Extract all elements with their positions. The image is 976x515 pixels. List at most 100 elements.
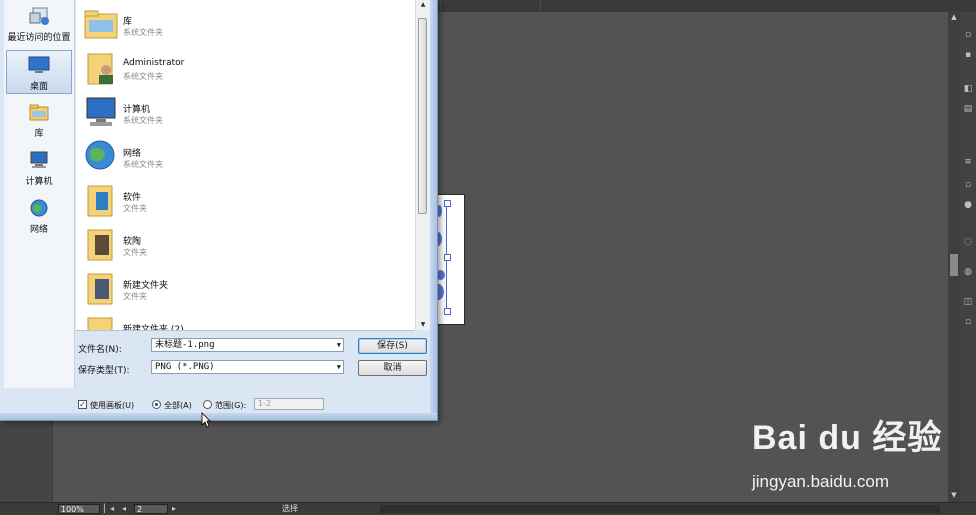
top-bar-segment bbox=[540, 0, 741, 12]
filetype-select[interactable]: PNG (*.PNG) ▼ bbox=[151, 360, 344, 374]
network-icon bbox=[85, 140, 115, 170]
watermark-url: jingyan.baidu.com bbox=[752, 472, 890, 491]
filename-input[interactable]: 未标题-1.png ▼ bbox=[151, 338, 344, 352]
folder-icon bbox=[87, 273, 113, 305]
scroll-up-icon[interactable]: ▲ bbox=[416, 0, 430, 10]
file-type: 系统文件夹 bbox=[123, 116, 163, 125]
range-label: 范围(G): bbox=[215, 401, 247, 410]
panel-tool-icon[interactable]: ◫ bbox=[963, 297, 973, 307]
status-bar: 100% ▏◂ ◂ 2 ▸ 选择 bbox=[0, 502, 976, 515]
right-panel-dock: ▫ ▪ ◧ ▤ ≡ ▫ ● ◌ ◍ ◫ ▫ bbox=[960, 12, 976, 502]
scroll-thumb[interactable] bbox=[950, 254, 958, 276]
file-item[interactable]: 新建文件夹 (2) bbox=[80, 310, 410, 331]
scroll-down-icon[interactable]: ▼ bbox=[416, 320, 430, 330]
place-library[interactable]: 库 bbox=[6, 98, 72, 142]
panel-tool-icon[interactable]: ◍ bbox=[963, 267, 973, 277]
selection-tool-label: 选择 bbox=[282, 504, 298, 513]
selection-handle[interactable] bbox=[444, 200, 451, 207]
prev-page-icon[interactable]: ◂ bbox=[122, 504, 126, 514]
dialog-frame bbox=[0, 413, 437, 420]
scroll-down-icon[interactable]: ▼ bbox=[948, 490, 960, 500]
file-type: 文件夹 bbox=[123, 248, 147, 257]
panel-tool-icon[interactable]: ▪ bbox=[963, 50, 973, 60]
range-input[interactable]: 1-2 bbox=[254, 398, 324, 410]
zoom-value: 100% bbox=[61, 505, 84, 514]
filetype-value: PNG (*.PNG) bbox=[155, 362, 215, 372]
file-item[interactable]: 新建文件夹 文件夹 bbox=[80, 266, 410, 310]
filename-label: 文件名(N): bbox=[78, 345, 122, 355]
file-name: 新建文件夹 bbox=[123, 281, 169, 291]
file-type: 系统文件夹 bbox=[123, 72, 163, 81]
save-dialog: 最近访问的位置 桌面 库 计算机 网络 库 系统文件夹 Administrato… bbox=[0, 0, 438, 421]
place-label: 桌面 bbox=[29, 82, 48, 92]
file-item[interactable]: 库 系统文件夹 bbox=[80, 2, 410, 46]
first-page-icon[interactable]: ▏◂ bbox=[104, 504, 114, 514]
scroll-up-icon[interactable]: ▲ bbox=[948, 12, 960, 22]
use-artboards-checkbox[interactable]: ✓ bbox=[78, 400, 87, 409]
all-label: 全部(A) bbox=[164, 401, 192, 410]
file-name: 计算机 bbox=[123, 105, 151, 115]
save-button[interactable]: 保存(S) bbox=[358, 338, 427, 354]
panel-tool-icon[interactable]: ≡ bbox=[963, 157, 973, 167]
place-desktop[interactable]: 桌面 bbox=[6, 50, 72, 94]
zoom-select[interactable]: 100% bbox=[58, 504, 100, 514]
canvas-horizontal-scrollbar[interactable] bbox=[380, 505, 940, 513]
selection-handle[interactable] bbox=[444, 254, 451, 261]
mouse-cursor-icon bbox=[201, 412, 211, 428]
filename-value: 未标题-1.png bbox=[155, 340, 215, 350]
cancel-button[interactable]: 取消 bbox=[358, 360, 427, 376]
network-icon bbox=[30, 199, 48, 217]
selection-handle[interactable] bbox=[444, 308, 451, 315]
range-radio[interactable] bbox=[203, 400, 212, 409]
filetype-label: 保存类型(T): bbox=[78, 366, 130, 376]
file-name: 网络 bbox=[123, 149, 142, 159]
place-label: 计算机 bbox=[25, 177, 53, 187]
place-label: 库 bbox=[34, 129, 44, 139]
file-item[interactable]: 计算机 系统文件夹 bbox=[80, 90, 410, 134]
dialog-frame bbox=[430, 0, 437, 420]
panel-tool-icon[interactable]: ▤ bbox=[963, 104, 973, 114]
chevron-down-icon[interactable]: ▼ bbox=[337, 362, 341, 372]
desktop-icon bbox=[28, 56, 50, 73]
place-computer[interactable]: 计算机 bbox=[6, 146, 72, 190]
file-type: 文件夹 bbox=[123, 292, 147, 301]
recent-places-icon bbox=[29, 7, 49, 25]
panel-tool-icon[interactable]: ◌ bbox=[963, 237, 973, 247]
file-name: 库 bbox=[123, 17, 133, 27]
file-type: 文件夹 bbox=[123, 204, 147, 213]
panel-tool-icon[interactable]: ● bbox=[963, 200, 973, 210]
place-label: 最近访问的位置 bbox=[7, 33, 71, 43]
place-recent[interactable]: 最近访问的位置 bbox=[6, 2, 72, 46]
folder-icon bbox=[87, 229, 113, 261]
panel-tool-icon[interactable]: ▫ bbox=[963, 180, 973, 190]
file-type: 系统文件夹 bbox=[123, 28, 163, 37]
place-label: 网络 bbox=[29, 225, 48, 235]
file-item[interactable]: 网络 系统文件夹 bbox=[80, 134, 410, 178]
panel-tool-icon[interactable]: ◧ bbox=[963, 84, 973, 94]
file-list-scrollbar[interactable]: ▲ ▼ bbox=[415, 0, 430, 330]
computer-icon bbox=[86, 97, 116, 126]
file-item[interactable]: Administrator 系统文件夹 bbox=[80, 46, 410, 90]
file-type: 系统文件夹 bbox=[123, 160, 163, 169]
all-radio[interactable] bbox=[152, 400, 161, 409]
panel-tool-icon[interactable]: ▫ bbox=[963, 30, 973, 40]
chevron-down-icon[interactable]: ▼ bbox=[337, 340, 341, 350]
panel-tool-icon[interactable]: ▫ bbox=[963, 317, 973, 327]
file-name: 软件 bbox=[123, 193, 142, 203]
page-number-select[interactable]: 2 bbox=[134, 504, 168, 514]
file-name: 软陶 bbox=[123, 237, 142, 247]
file-item[interactable]: 软件 文件夹 bbox=[80, 178, 410, 222]
places-sidebar: 最近访问的位置 桌面 库 计算机 网络 bbox=[4, 0, 75, 388]
canvas-vertical-scrollbar[interactable]: ▲ ▼ bbox=[948, 12, 960, 502]
library-icon bbox=[29, 104, 49, 121]
file-list[interactable]: 库 系统文件夹 Administrator 系统文件夹 计算机 系统文件夹 网络… bbox=[76, 0, 415, 331]
file-name: 新建文件夹 (2) bbox=[123, 325, 184, 331]
file-item[interactable]: 软陶 文件夹 bbox=[80, 222, 410, 266]
library-folder-icon bbox=[84, 10, 118, 39]
user-folder-icon bbox=[87, 53, 113, 85]
next-page-icon[interactable]: ▸ bbox=[172, 504, 176, 514]
computer-icon bbox=[30, 151, 48, 168]
place-network[interactable]: 网络 bbox=[6, 194, 72, 238]
scroll-thumb[interactable] bbox=[418, 18, 427, 214]
top-bar-segment bbox=[440, 0, 541, 12]
